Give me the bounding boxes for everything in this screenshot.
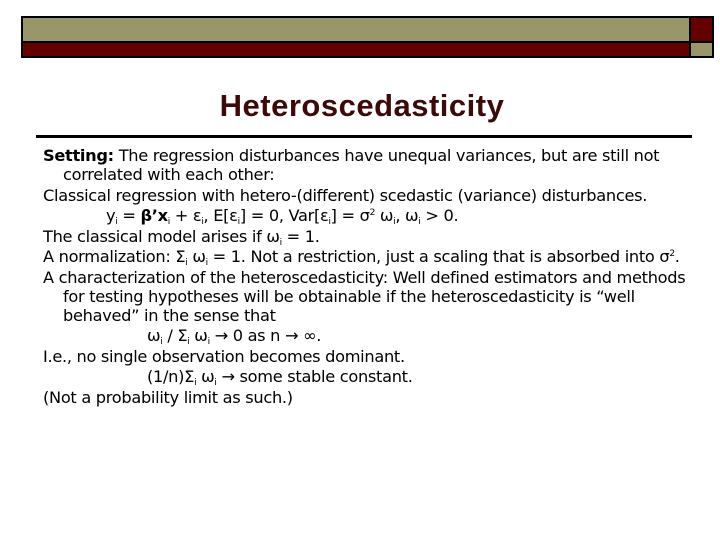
lim-a: ω <box>147 326 161 345</box>
eq-beta-x: β’x <box>140 206 168 225</box>
norm-b: ω <box>187 247 206 266</box>
classical-paragraph: Classical regression with hetero-(differ… <box>43 185 648 205</box>
setting-paragraph: Setting: The regression disturbances hav… <box>43 146 703 184</box>
st-b: ω <box>196 367 215 386</box>
header-decoration-bar <box>21 16 714 58</box>
eq-gt: > 0. <box>420 206 459 225</box>
limit-condition: ωi / Σi ωi → 0 as n → ∞. <box>43 326 703 347</box>
ie-paragraph: I.e., no single observation becomes domi… <box>43 346 405 366</box>
eq-omega2: , ω <box>395 206 419 225</box>
lim-d: → 0 as n → ∞. <box>209 326 322 345</box>
maroon-bar <box>23 43 689 56</box>
characterization-paragraph: A characterization of the heteroscedasti… <box>43 267 686 325</box>
st-c: → some stable constant. <box>216 367 413 386</box>
norm-c: = 1. Not a restriction, just a scaling t… <box>207 247 670 266</box>
lim-b: / Σ <box>162 326 188 345</box>
setting-text: The regression disturbances have unequal… <box>63 146 660 184</box>
eq-plus-eps: + ε <box>169 206 202 225</box>
cm-text: The classical model arises if ω <box>43 226 280 246</box>
slide-body: Setting: The regression disturbances hav… <box>43 146 703 408</box>
eq-y: y <box>106 206 116 225</box>
eq-equals: = <box>117 206 141 225</box>
slide-title: Heteroscedasticity <box>0 88 720 124</box>
title-divider <box>36 135 692 138</box>
eq-sigma: ] = σ <box>330 206 370 225</box>
norm-d: . <box>674 247 680 266</box>
norm-a: A normalization: Σ <box>43 247 186 266</box>
eq-expectation: , E[ε <box>203 206 238 225</box>
note-paragraph: (Not a probability limit as such.) <box>43 387 293 407</box>
eq-omega: ω <box>375 206 394 225</box>
lim-c: ω <box>189 326 208 345</box>
olive-square <box>691 43 712 56</box>
setting-label: Setting: <box>43 146 114 165</box>
olive-bar <box>23 18 689 41</box>
normalization-paragraph: A normalization: Σi ωi = 1. Not a restri… <box>43 247 703 268</box>
stable-condition: (1/n)Σi ωi → some stable constant. <box>43 367 703 388</box>
cm-rest: = 1. <box>281 226 320 246</box>
eq-variance: ] = 0, Var[ε <box>239 206 329 225</box>
maroon-square <box>691 18 712 41</box>
model-equation: yi = β’xi + εi, E[εi] = 0, Var[εi] = σ2 … <box>43 206 703 227</box>
st-a: (1/n)Σ <box>147 367 195 386</box>
classical-model-paragraph: The classical model arises if ωi = 1. <box>43 226 703 248</box>
slide-title-text: Heteroscedasticity <box>219 88 505 123</box>
